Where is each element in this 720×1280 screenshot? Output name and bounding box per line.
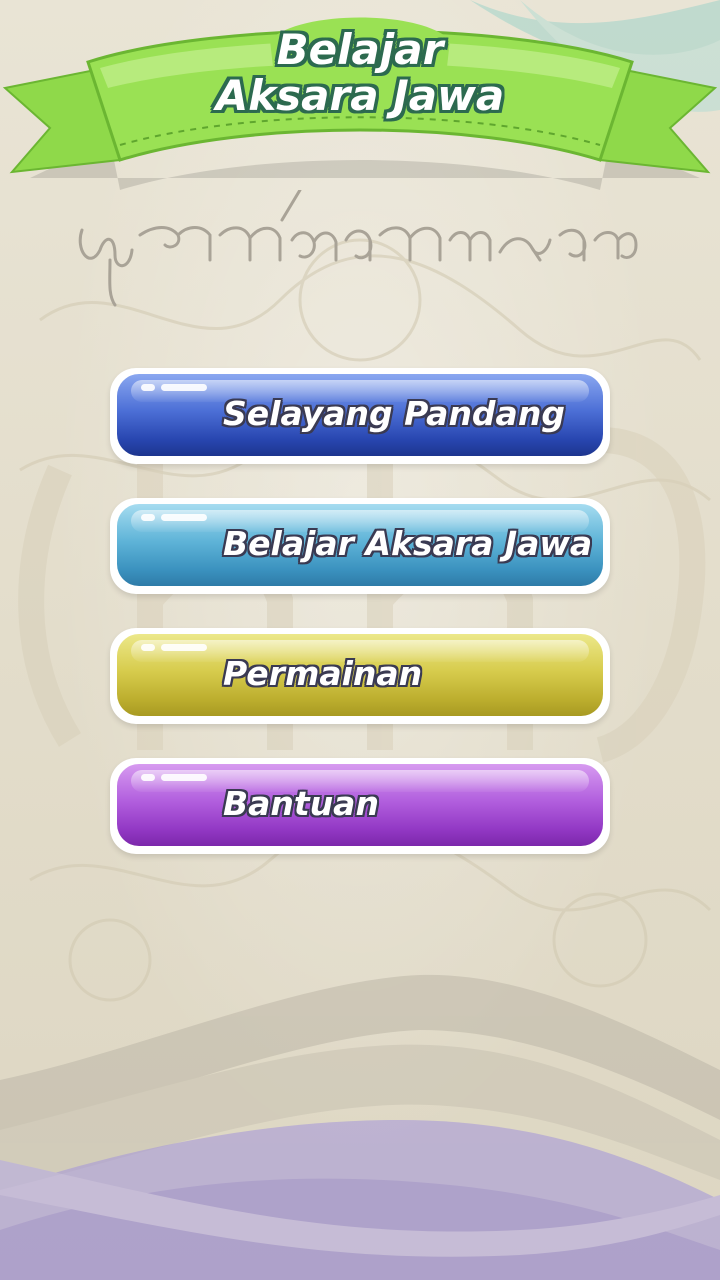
bantuan-label: Bantuan bbox=[223, 784, 379, 823]
app-title-line-2: Aksara Jawa bbox=[215, 71, 505, 120]
permainan-label: Permainan bbox=[223, 654, 423, 693]
app-title-line-1: Belajar bbox=[276, 25, 444, 74]
permainan-button[interactable]: Permainan bbox=[110, 628, 610, 724]
bantuan-button[interactable]: Bantuan bbox=[110, 758, 610, 854]
belajar-aksara-jawa-label: Belajar Aksara Jawa bbox=[223, 524, 593, 563]
javanese-script-title bbox=[70, 188, 650, 320]
title-banner: Belajar Aksara Jawa bbox=[0, 0, 720, 210]
selayang-pandang-label: Selayang Pandang bbox=[223, 394, 565, 433]
belajar-aksara-jawa-button[interactable]: Belajar Aksara Jawa bbox=[110, 498, 610, 594]
selayang-pandang-button[interactable]: Selayang Pandang bbox=[110, 368, 610, 464]
